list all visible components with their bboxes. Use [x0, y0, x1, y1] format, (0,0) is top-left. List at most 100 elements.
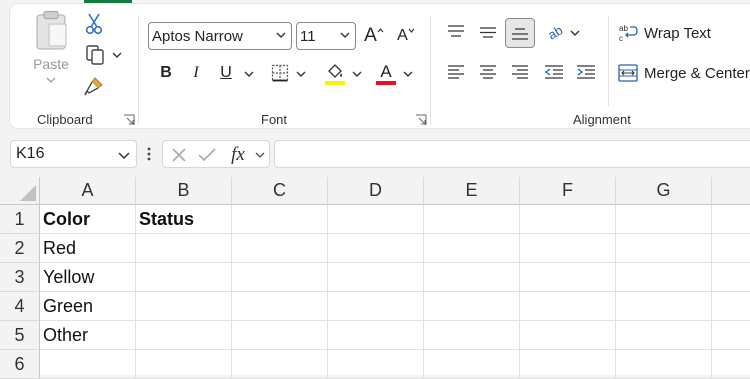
font-color-button[interactable]: A [373, 60, 399, 88]
align-right-button[interactable] [506, 58, 534, 86]
paste-button[interactable]: Paste [24, 10, 78, 92]
cell-b1[interactable]: Status [136, 205, 232, 234]
fill-color-button[interactable] [322, 60, 348, 88]
orientation-icon: ab [544, 21, 566, 43]
formula-input[interactable] [274, 140, 750, 168]
underline-dropdown[interactable] [242, 67, 256, 81]
column-header-a[interactable]: A [40, 177, 136, 205]
column-header-d[interactable]: D [328, 177, 424, 205]
cell-d1[interactable] [328, 205, 424, 234]
cell-partial[interactable] [712, 263, 750, 292]
cell-a1[interactable]: Color [40, 205, 136, 234]
cell-partial[interactable] [712, 321, 750, 350]
bottom-align-button[interactable] [505, 18, 535, 48]
column-header-e[interactable]: E [424, 177, 520, 205]
row-header-4[interactable]: 4 [0, 292, 40, 321]
top-align-button[interactable] [442, 18, 470, 46]
cell-d2[interactable] [328, 234, 424, 263]
cell-b2[interactable] [136, 234, 232, 263]
cell-e1[interactable] [424, 205, 520, 234]
cell-a5[interactable]: Other [40, 321, 136, 350]
cell-e4[interactable] [424, 292, 520, 321]
paint-bucket-icon [328, 63, 342, 78]
more-options-handle[interactable] [143, 144, 155, 164]
cell-f1[interactable] [520, 205, 616, 234]
cell-partial[interactable] [712, 205, 750, 234]
chevron-down-icon [118, 152, 130, 159]
increase-indent-button[interactable] [572, 58, 600, 86]
select-all-button[interactable] [0, 177, 40, 205]
cell-f4[interactable] [520, 292, 616, 321]
copy-button[interactable] [82, 42, 108, 68]
cell-c1[interactable] [232, 205, 328, 234]
cell-d5[interactable] [328, 321, 424, 350]
bold-button[interactable]: B [154, 60, 178, 86]
cell-a4[interactable]: Green [40, 292, 136, 321]
shrink-font-button[interactable]: A [393, 22, 419, 50]
cell-e5[interactable] [424, 321, 520, 350]
cell-c3[interactable] [232, 263, 328, 292]
cell-f5[interactable] [520, 321, 616, 350]
middle-align-button[interactable] [474, 18, 502, 46]
borders-dropdown[interactable] [294, 67, 308, 81]
insert-function-button[interactable]: fx [225, 144, 251, 166]
row-header-1[interactable]: 1 [0, 205, 40, 234]
function-dropdown[interactable] [253, 149, 267, 161]
orientation-button[interactable]: ab [542, 18, 568, 46]
cell-g4[interactable] [616, 292, 712, 321]
decrease-indent-button[interactable] [540, 58, 568, 86]
cell-f2[interactable] [520, 234, 616, 263]
row-header-2[interactable]: 2 [0, 234, 40, 263]
cell-g1[interactable] [616, 205, 712, 234]
cell-g3[interactable] [616, 263, 712, 292]
cell-c4[interactable] [232, 292, 328, 321]
cell-partial[interactable] [712, 234, 750, 263]
font-dialog-launcher[interactable] [415, 113, 427, 125]
font-size-dropdown[interactable]: 11 [296, 22, 356, 50]
fill-color-dropdown[interactable] [350, 67, 364, 81]
format-painter-button[interactable] [82, 74, 106, 98]
cell-d4[interactable] [328, 292, 424, 321]
column-header-c[interactable]: C [232, 177, 328, 205]
cell-partial[interactable] [712, 292, 750, 321]
align-left-button[interactable] [442, 58, 470, 86]
cut-button[interactable] [82, 12, 106, 36]
enter-button[interactable] [195, 144, 219, 166]
cell-b4[interactable] [136, 292, 232, 321]
font-name-dropdown[interactable]: Aptos Narrow [148, 22, 292, 50]
cell-e2[interactable] [424, 234, 520, 263]
group-separator [430, 16, 431, 124]
name-box[interactable]: K16 [10, 140, 137, 168]
cell-b3[interactable] [136, 263, 232, 292]
row-header-5[interactable]: 5 [0, 321, 40, 350]
cell-g2[interactable] [616, 234, 712, 263]
cell-b5[interactable] [136, 321, 232, 350]
column-header-b[interactable]: B [136, 177, 232, 205]
column-header-g[interactable]: G [616, 177, 712, 205]
cell-a2[interactable]: Red [40, 234, 136, 263]
cell-f3[interactable] [520, 263, 616, 292]
worksheet-grid[interactable]: A B C D E F G 1 Color Status 2 Red 3 Yellow 4 Green 5 Oth… [0, 177, 750, 379]
clipboard-dialog-launcher[interactable] [123, 113, 135, 125]
font-color-dropdown[interactable] [401, 67, 415, 81]
wrap-text-button[interactable]: ab c Wrap Text [618, 19, 750, 47]
column-header-f[interactable]: F [520, 177, 616, 205]
cell-c5[interactable] [232, 321, 328, 350]
copy-dropdown[interactable] [110, 48, 124, 62]
borders-button[interactable] [268, 61, 292, 85]
bottom-align-icon [512, 28, 528, 40]
cell-d3[interactable] [328, 263, 424, 292]
grow-font-button[interactable]: A [361, 22, 387, 50]
cell-g5[interactable] [616, 321, 712, 350]
cell-c2[interactable] [232, 234, 328, 263]
underline-button[interactable]: U [214, 60, 238, 86]
cancel-button[interactable] [167, 144, 191, 166]
align-center-button[interactable] [474, 58, 502, 86]
cell-a3[interactable]: Yellow [40, 263, 136, 292]
cell-e3[interactable] [424, 263, 520, 292]
row-header-3[interactable]: 3 [0, 263, 40, 292]
italic-button[interactable]: I [184, 60, 208, 86]
orientation-dropdown[interactable] [568, 26, 582, 40]
merge-center-button[interactable]: Merge & Center [618, 59, 750, 87]
column-header-partial[interactable] [712, 177, 750, 205]
